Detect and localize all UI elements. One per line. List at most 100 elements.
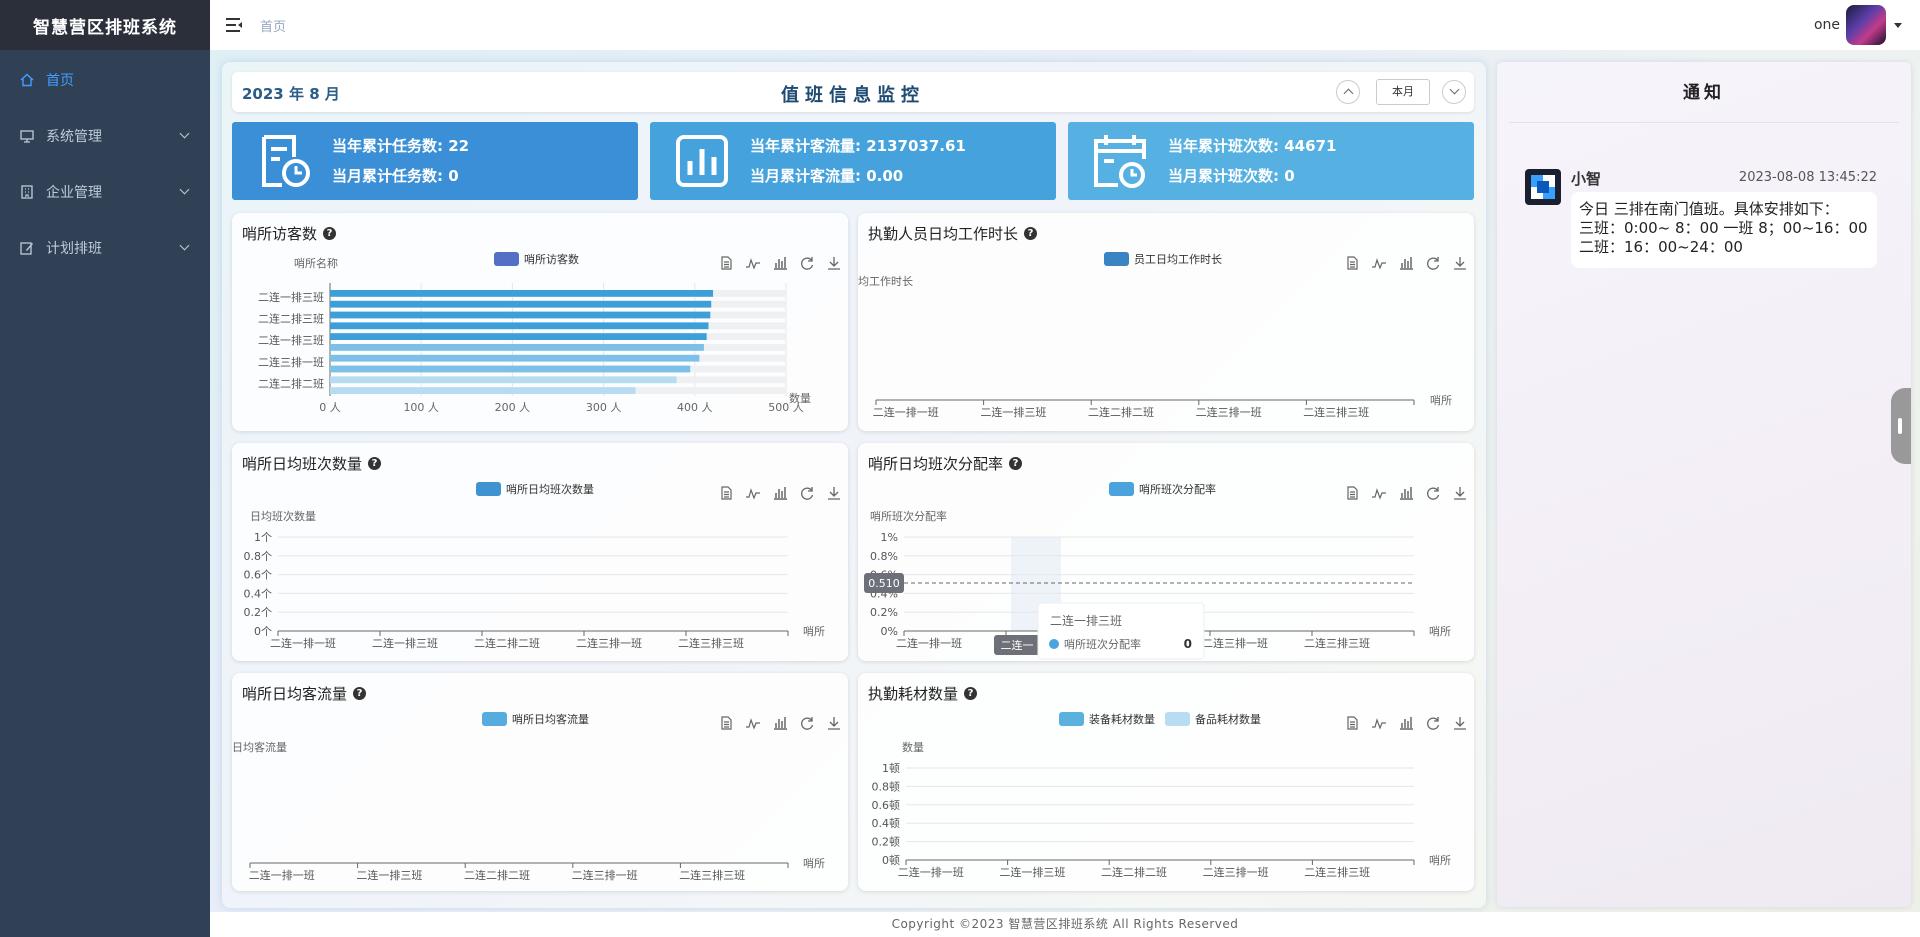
x-tick-label: 二连三排三班 bbox=[678, 636, 744, 650]
x-axis-title: 哨所 bbox=[1429, 625, 1451, 638]
menu-toggle-icon[interactable] bbox=[226, 18, 244, 32]
stat-month-traffic: 当月累计客流量: 0.00 bbox=[750, 167, 904, 185]
x-tick-label: 二连二排二班 bbox=[464, 868, 530, 882]
y-axis-title: 日均客流量 bbox=[232, 740, 287, 754]
x-tick-label: 200 人 bbox=[495, 401, 531, 414]
tooltip-title: 二连一排三班 bbox=[1050, 613, 1122, 628]
divider bbox=[1509, 122, 1899, 123]
chevron-down-icon bbox=[179, 128, 190, 139]
stat-tasks: 当年累计任务数: 22 当月累计任务数: 0 bbox=[232, 122, 638, 200]
y-tick-label: 0.6顿 bbox=[872, 798, 901, 812]
x-tick-label: 二连一排一班 bbox=[249, 868, 315, 882]
bar-chart-icon bbox=[676, 135, 728, 187]
caret-down-icon bbox=[1894, 22, 1902, 28]
chart-card-shift-count: 哨所日均班次数量? 哨所日均班次数量 日均班次数量 哨所 0个 0.2个 0.4个 0.6… bbox=[232, 443, 848, 661]
x-axis-title: 哨所 bbox=[803, 625, 825, 638]
chart-plot: 日均班次数量哨所0个0.2个0.4个0.6个0.8个1个二连一排一班 二连一排三班… bbox=[244, 509, 826, 650]
chevron-down-icon bbox=[1449, 84, 1460, 95]
y-tick-label: 二连三排一班 bbox=[258, 355, 324, 369]
message-line: 二班：16：00~24：00 bbox=[1579, 238, 1743, 256]
message-line: 三班：0:00~ 8：00 一班 8；00~16：00 bbox=[1579, 219, 1868, 237]
x-tick-label: 二连二排二班 bbox=[1088, 405, 1154, 419]
stat-year-tasks: 当年累计任务数: 22 bbox=[332, 137, 470, 155]
x-axis-title: 哨所 bbox=[1429, 854, 1451, 867]
y-axis-title: 哨所名称 bbox=[294, 256, 338, 270]
message-time: 2023-08-08 13:45:22 bbox=[1738, 170, 1877, 185]
next-month-button[interactable] bbox=[1442, 80, 1466, 104]
bar bbox=[330, 376, 677, 384]
y-tick-label: 1% bbox=[881, 531, 898, 544]
x-axis-title: 哨所 bbox=[1430, 394, 1452, 407]
bot-logo-icon bbox=[1531, 175, 1555, 199]
x-tick-label: 二连一排一班 bbox=[873, 405, 939, 419]
bot-avatar bbox=[1525, 169, 1561, 205]
message-sender: 小智 bbox=[1571, 170, 1602, 188]
tooltip-marker bbox=[1049, 639, 1059, 649]
stat-month-shifts: 当月累计班次数: 0 bbox=[1168, 167, 1295, 185]
sidebar-item-label: 企业管理 bbox=[46, 185, 102, 201]
x-tick-label: 300 人 bbox=[586, 401, 622, 414]
sidebar-item-system[interactable]: 系统管理 bbox=[0, 108, 210, 164]
x-tick-label: 二连二排二班 bbox=[1101, 865, 1167, 879]
x-tick-label: 二连三排三班 bbox=[1303, 405, 1369, 419]
y-tick-label: 1顿 bbox=[882, 761, 900, 775]
chart-card-shift-rate: 哨所日均班次分配率? 哨所班次分配率 哨所班次分配率 哨所 0% 0.2% 0.4% 0.… bbox=[858, 443, 1474, 661]
x-tick-label: 500 人 bbox=[768, 401, 804, 414]
axis-pointer-value: 0.510 bbox=[868, 577, 900, 590]
drawer-handle[interactable] bbox=[1891, 388, 1911, 464]
tooltip-series: 哨所班次分配率 bbox=[1064, 637, 1141, 651]
chart-card-visitors: 哨所访客数? 哨所访客数 哨所名称 数量 0 人 100 人 200 人 300 人 400… bbox=[232, 213, 848, 431]
sidebar-item-schedule[interactable]: 计划排班 bbox=[0, 220, 210, 276]
user-menu[interactable]: one bbox=[1814, 5, 1902, 45]
y-tick-label: 0.2顿 bbox=[872, 835, 901, 849]
y-tick-label: 二连二排三班 bbox=[258, 312, 324, 326]
chevron-down-icon bbox=[179, 184, 190, 195]
avatar[interactable] bbox=[1846, 5, 1886, 45]
x-tick-label: 二连三排三班 bbox=[679, 868, 745, 882]
y-tick-label: 0.8个 bbox=[244, 550, 273, 563]
message-bubble: 今日 三排在南门值班。具体安排如下： 三班：0:00~ 8：00 一班 8；00… bbox=[1571, 192, 1877, 268]
this-month-button[interactable]: 本月 bbox=[1376, 79, 1430, 105]
x-tick-label: 二连一排一班 bbox=[270, 636, 336, 650]
bar bbox=[330, 290, 714, 297]
x-tick-label: 0 人 bbox=[319, 401, 341, 414]
board-title: 值班信息监控 bbox=[781, 85, 925, 106]
y-tick-label: 0.4个 bbox=[244, 587, 273, 600]
calendar-clock-icon bbox=[1094, 135, 1146, 188]
breadcrumb[interactable]: 首页 bbox=[260, 16, 286, 35]
x-tick-label: 二连三排一班 bbox=[1203, 865, 1269, 879]
x-axis-title: 哨所 bbox=[803, 857, 825, 870]
y-tick-label: 0.2个 bbox=[244, 606, 273, 619]
sidebar-item-home[interactable]: 首页 bbox=[0, 52, 210, 108]
y-tick-label: 0.8% bbox=[870, 550, 898, 563]
app-logo-title: 智慧营区排班系统 bbox=[0, 0, 210, 50]
chevron-up-icon bbox=[1343, 88, 1354, 99]
y-axis-title: 哨所班次分配率 bbox=[870, 509, 947, 523]
sidebar-item-enterprise[interactable]: 企业管理 bbox=[0, 164, 210, 220]
x-tick-label: 二连一排三班 bbox=[372, 636, 438, 650]
footer-copyright: Copyright ©2023 智慧营区排班系统 All Rights Rese… bbox=[210, 912, 1920, 937]
chart-plot: 均工作时长哨所二连一排一班 二连一排三班 二连二排二班 二连三排一班 二连三排三班 bbox=[858, 275, 1452, 419]
sidebar-item-label: 计划排班 bbox=[46, 241, 102, 257]
stat-shifts: 当年累计班次数: 44671 当月累计班次数: 0 bbox=[1068, 122, 1474, 200]
x-tick-label: 二连三排一班 bbox=[576, 636, 642, 650]
bar bbox=[330, 333, 707, 340]
prev-month-button[interactable] bbox=[1336, 80, 1360, 104]
chevron-down-icon bbox=[179, 240, 190, 251]
chart-plot: 数量哨所 0顿 0.2顿 0.4顿 0.6顿 0.8顿 1顿二连一排一班 二连一排三班 二连二排… bbox=[872, 741, 1452, 879]
x-tick-label: 二连三排一班 bbox=[1196, 405, 1262, 419]
y-tick-label: 0.8顿 bbox=[872, 779, 901, 793]
y-tick-label: 二连一排三班 bbox=[258, 290, 324, 304]
home-icon bbox=[20, 73, 34, 87]
x-tick-label: 二连二排二班 bbox=[474, 636, 540, 650]
bar bbox=[330, 354, 700, 362]
edit-icon bbox=[20, 242, 33, 255]
y-tick-label: 二连一排三班 bbox=[258, 333, 324, 347]
notice-panel: 通知 小智 2023-08-08 13:45:22 今日 三排在南门值班。具体安… bbox=[1497, 62, 1911, 907]
y-tick-label: 0.2% bbox=[870, 606, 898, 619]
y-tick-label: 0顿 bbox=[882, 853, 900, 867]
monitor-icon bbox=[20, 130, 34, 143]
y-axis-title: 日均班次数量 bbox=[250, 509, 316, 523]
x-tick-label: 100 人 bbox=[403, 401, 439, 414]
y-tick-label: 0.4顿 bbox=[872, 816, 901, 830]
